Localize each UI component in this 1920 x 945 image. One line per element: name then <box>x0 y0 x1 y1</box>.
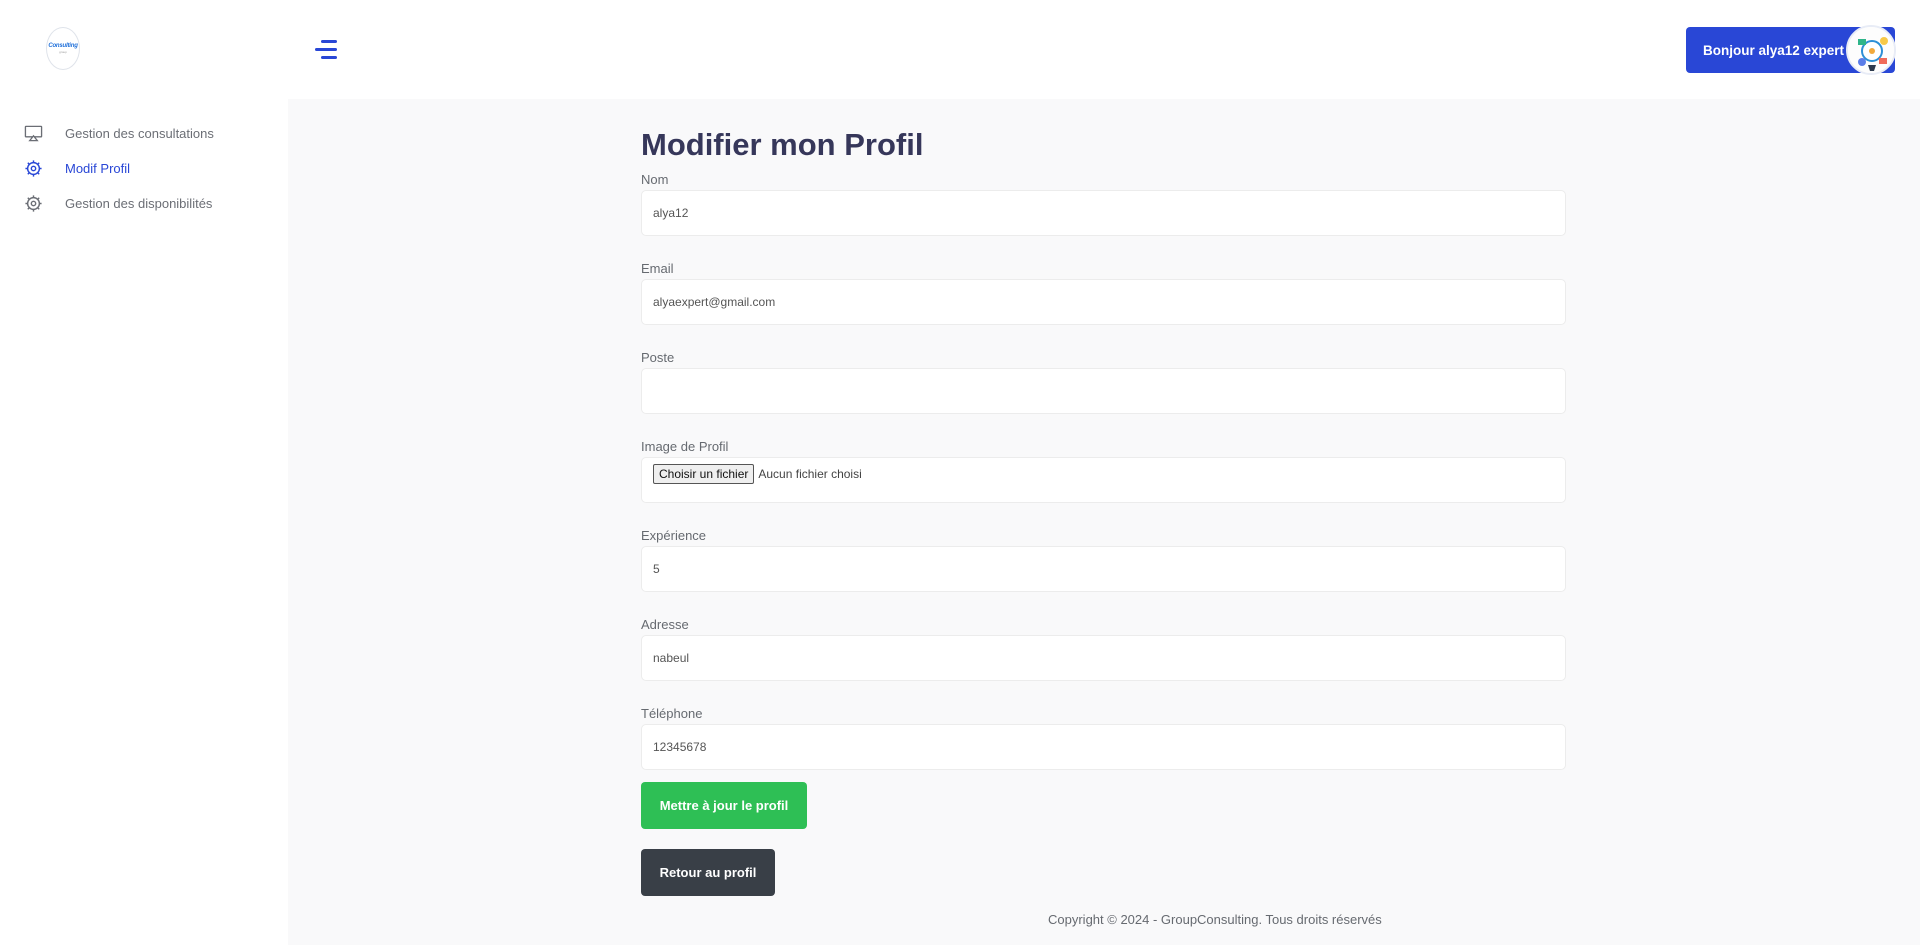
poste-input[interactable] <box>641 368 1566 414</box>
menu-icon[interactable] <box>313 36 337 62</box>
greeting-text: Bonjour alya12 expert <box>1703 42 1845 58</box>
field-poste: Poste <box>641 349 1566 414</box>
field-adresse: Adresse nabeul <box>641 616 1566 681</box>
field-label: Téléphone <box>641 706 703 721</box>
nom-input[interactable]: alya12 <box>641 190 1566 236</box>
field-image: Image de Profil Choisir un fichier Aucun… <box>641 438 1566 503</box>
logo[interactable]: Consulting group <box>46 27 80 70</box>
image-file-input: Choisir un fichier Aucun fichier choisi <box>641 457 1566 503</box>
field-label: Image de Profil <box>641 439 729 454</box>
adresse-input[interactable]: nabeul <box>641 635 1566 681</box>
field-label: Email <box>641 261 674 276</box>
back-to-profile-button[interactable]: Retour au profil <box>641 849 775 896</box>
field-label: Expérience <box>641 528 707 543</box>
monitor-icon <box>24 124 43 143</box>
telephone-input[interactable]: 12345678 <box>641 724 1566 770</box>
email-input[interactable]: alyaexpert@gmail.com <box>641 279 1566 325</box>
gear-icon <box>24 194 43 213</box>
update-profile-button[interactable]: Mettre à jour le profil <box>641 782 807 829</box>
field-experience: Expérience 5 <box>641 527 1566 592</box>
choose-file-button[interactable]: Choisir un fichier <box>653 464 755 484</box>
experience-input[interactable]: 5 <box>641 546 1566 592</box>
field-label: Adresse <box>641 617 689 632</box>
field-email: Email alyaexpert@gmail.com <box>641 260 1566 325</box>
sidebar: Consulting group Gestion des consultatio… <box>0 0 288 945</box>
sidebar-item-label: Modif Profil <box>65 161 131 176</box>
sidebar-item-label: Gestion des disponibilités <box>65 196 213 211</box>
sidebar-item-modif-profil[interactable]: Modif Profil <box>0 151 288 186</box>
avatar[interactable] <box>1846 25 1896 75</box>
logo-text: Consulting <box>48 43 78 49</box>
sidebar-item-label: Gestion des consultations <box>65 126 214 141</box>
field-telephone: Téléphone 12345678 <box>641 705 1566 770</box>
gear-icon <box>24 159 43 178</box>
sidebar-nav: Gestion des consultations Modif Profil G… <box>0 116 288 221</box>
logo-subtext: group <box>59 50 67 54</box>
page-title: Modifier mon Profil <box>641 127 924 162</box>
field-label: Poste <box>641 350 675 365</box>
profile-form: Modifier mon Profil Nom alya12 Email aly… <box>641 126 1566 770</box>
top-header: Bonjour alya12 expert <box>288 0 1920 99</box>
field-label: Nom <box>641 172 669 187</box>
field-nom: Nom alya12 <box>641 171 1566 236</box>
file-status: Aucun fichier choisi <box>758 467 862 481</box>
sidebar-item-disponibilites[interactable]: Gestion des disponibilités <box>0 186 288 221</box>
footer-copyright: Copyright © 2024 - GroupConsulting. Tous… <box>1048 912 1382 927</box>
sidebar-item-consultations[interactable]: Gestion des consultations <box>0 116 288 151</box>
